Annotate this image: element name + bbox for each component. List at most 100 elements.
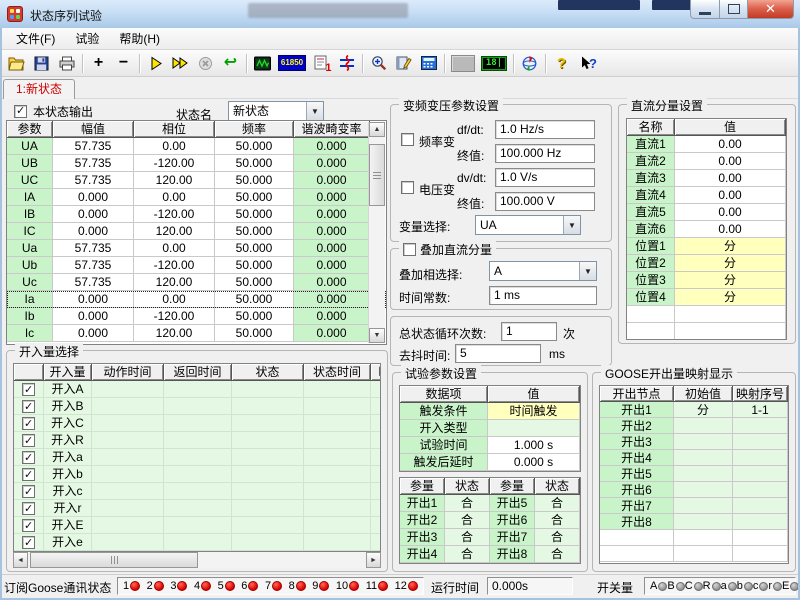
- report-edit-button[interactable]: [391, 52, 416, 75]
- sync-button[interactable]: [517, 52, 542, 75]
- table-row[interactable]: Ic0.000120.0050.0000.000: [7, 325, 386, 342]
- table-row[interactable]: 开入量动作时间返回时间状态状态时间映射: [14, 364, 380, 381]
- table-row[interactable]: 开入e: [14, 534, 380, 551]
- table-row[interactable]: 开入c: [14, 483, 380, 500]
- table-row[interactable]: [600, 546, 788, 562]
- freq-change-checkbox[interactable]: [401, 133, 414, 146]
- table-row[interactable]: UA57.7350.0050.0000.000: [7, 138, 386, 155]
- close-button[interactable]: ✕: [748, 0, 794, 19]
- open-file-button[interactable]: [4, 52, 29, 75]
- table-row[interactable]: 开出节点初始值映射序号: [600, 386, 788, 402]
- waveform-view-button[interactable]: [250, 52, 275, 75]
- state-output-checkbox[interactable]: [14, 105, 27, 118]
- scroll-up-icon[interactable]: ▲: [369, 122, 385, 137]
- table-row[interactable]: 开出6: [600, 482, 788, 498]
- table-row[interactable]: 试验时间1.000 s: [400, 437, 580, 454]
- table-row[interactable]: Ub57.735-120.0050.0000.000: [7, 257, 386, 274]
- table-row[interactable]: 触发条件时间触发: [400, 403, 580, 420]
- table-row[interactable]: 开出5: [600, 466, 788, 482]
- table-row[interactable]: 开出2合开出6合: [400, 512, 580, 529]
- chevron-down-icon[interactable]: ▼: [306, 102, 323, 120]
- zoom-button[interactable]: [366, 52, 391, 75]
- input-table-scrollbar[interactable]: ◄ ►: [13, 552, 381, 568]
- dc-superpose-checkbox[interactable]: [403, 243, 416, 256]
- cycle-count-input[interactable]: 1: [501, 322, 557, 341]
- row-checkbox[interactable]: [22, 383, 35, 396]
- table-row[interactable]: 参数幅值相位频率谐波畸变率: [7, 121, 386, 138]
- remove-state-button[interactable]: −: [111, 52, 136, 75]
- row-checkbox[interactable]: [22, 519, 35, 532]
- table-row[interactable]: 参量状态参量状态: [400, 478, 580, 495]
- table-row[interactable]: IC0.000120.0050.0000.000: [7, 223, 386, 240]
- table-row[interactable]: 直流10.00: [627, 136, 786, 153]
- maximize-button[interactable]: [720, 0, 748, 19]
- table-row[interactable]: [600, 530, 788, 546]
- table-row[interactable]: 开入R1-: [14, 432, 380, 449]
- row-checkbox[interactable]: [22, 417, 35, 430]
- phase-select[interactable]: A ▼: [489, 261, 597, 281]
- table-row[interactable]: 开出3合开出7合: [400, 529, 580, 546]
- table-row[interactable]: 开出1分1-1: [600, 402, 788, 418]
- parameter-table-scrollbar[interactable]: ▲ ▼: [368, 122, 385, 343]
- print-button[interactable]: [54, 52, 79, 75]
- table-row[interactable]: IB0.000-120.0050.0000.000: [7, 206, 386, 223]
- table-row[interactable]: UB57.735-120.0050.0000.000: [7, 155, 386, 172]
- harmonic-button[interactable]: [334, 52, 359, 75]
- table-row[interactable]: 开入类型: [400, 420, 580, 437]
- report-message-button[interactable]: 1: [309, 52, 334, 75]
- table-row[interactable]: 开出2: [600, 418, 788, 434]
- context-help-button[interactable]: ?: [574, 52, 604, 75]
- table-row[interactable]: 直流30.00: [627, 170, 786, 187]
- table-row[interactable]: 开出4: [600, 450, 788, 466]
- table-row[interactable]: 开入r: [14, 500, 380, 517]
- start-test-button[interactable]: [143, 52, 168, 75]
- fast-run-button[interactable]: [168, 52, 193, 75]
- debounce-input[interactable]: 5: [455, 344, 541, 363]
- led-display-button[interactable]: 18|: [478, 52, 510, 75]
- menu-file[interactable]: 文件(F): [6, 28, 65, 49]
- dfdt-input[interactable]: 1.0 Hz/s: [495, 120, 595, 139]
- table-row[interactable]: [627, 306, 786, 323]
- scroll-left-icon[interactable]: ◄: [13, 552, 28, 568]
- variable-select[interactable]: UA ▼: [475, 215, 581, 235]
- row-checkbox[interactable]: [22, 536, 35, 549]
- scrollbar-thumb[interactable]: [369, 144, 385, 206]
- table-row[interactable]: 开入b: [14, 466, 380, 483]
- blank-display-button[interactable]: [448, 52, 478, 75]
- table-row[interactable]: Uc57.735120.0050.0000.000: [7, 274, 386, 291]
- minimize-button[interactable]: [690, 0, 720, 19]
- menu-test[interactable]: 试验: [65, 28, 109, 49]
- iec61850-config-button[interactable]: 61850: [275, 52, 309, 75]
- table-row[interactable]: 开出1合开出5合: [400, 495, 580, 512]
- save-button[interactable]: [29, 52, 54, 75]
- scrollbar-thumb[interactable]: [30, 552, 198, 568]
- table-row[interactable]: IA0.0000.0050.0000.000: [7, 189, 386, 206]
- chevron-down-icon[interactable]: ▼: [579, 262, 596, 280]
- undo-button[interactable]: ↩: [218, 52, 243, 75]
- table-row[interactable]: 名称值: [627, 119, 786, 136]
- row-checkbox[interactable]: [22, 502, 35, 515]
- table-row[interactable]: 数据项值: [400, 386, 580, 403]
- table-row[interactable]: 开入E: [14, 517, 380, 534]
- time-const-input[interactable]: 1 ms: [489, 286, 597, 305]
- row-checkbox[interactable]: [22, 400, 35, 413]
- help-button[interactable]: ?: [549, 52, 574, 75]
- table-row[interactable]: 开出8: [600, 514, 788, 530]
- table-row[interactable]: Ua57.7350.0050.0000.000: [7, 240, 386, 257]
- stop-button[interactable]: [193, 52, 218, 75]
- chevron-down-icon[interactable]: ▼: [563, 216, 580, 234]
- scroll-down-icon[interactable]: ▼: [369, 328, 385, 343]
- table-row[interactable]: 直流20.00: [627, 153, 786, 170]
- table-row[interactable]: 开出4合开出8合: [400, 546, 580, 563]
- row-checkbox[interactable]: [22, 451, 35, 464]
- table-row[interactable]: 直流40.00: [627, 187, 786, 204]
- menu-help[interactable]: 帮助(H): [109, 28, 170, 49]
- freq-final-input[interactable]: 100.000 Hz: [495, 144, 595, 163]
- table-row[interactable]: 开入C1-: [14, 415, 380, 432]
- tab-new-state[interactable]: 1:新状态: [3, 79, 75, 99]
- table-row[interactable]: 开入A1-: [14, 381, 380, 398]
- table-row[interactable]: Ib0.000-120.0050.0000.000: [7, 308, 386, 325]
- table-row[interactable]: 开入a: [14, 449, 380, 466]
- row-checkbox[interactable]: [22, 485, 35, 498]
- state-name-select[interactable]: 新状态 ▼: [228, 101, 324, 121]
